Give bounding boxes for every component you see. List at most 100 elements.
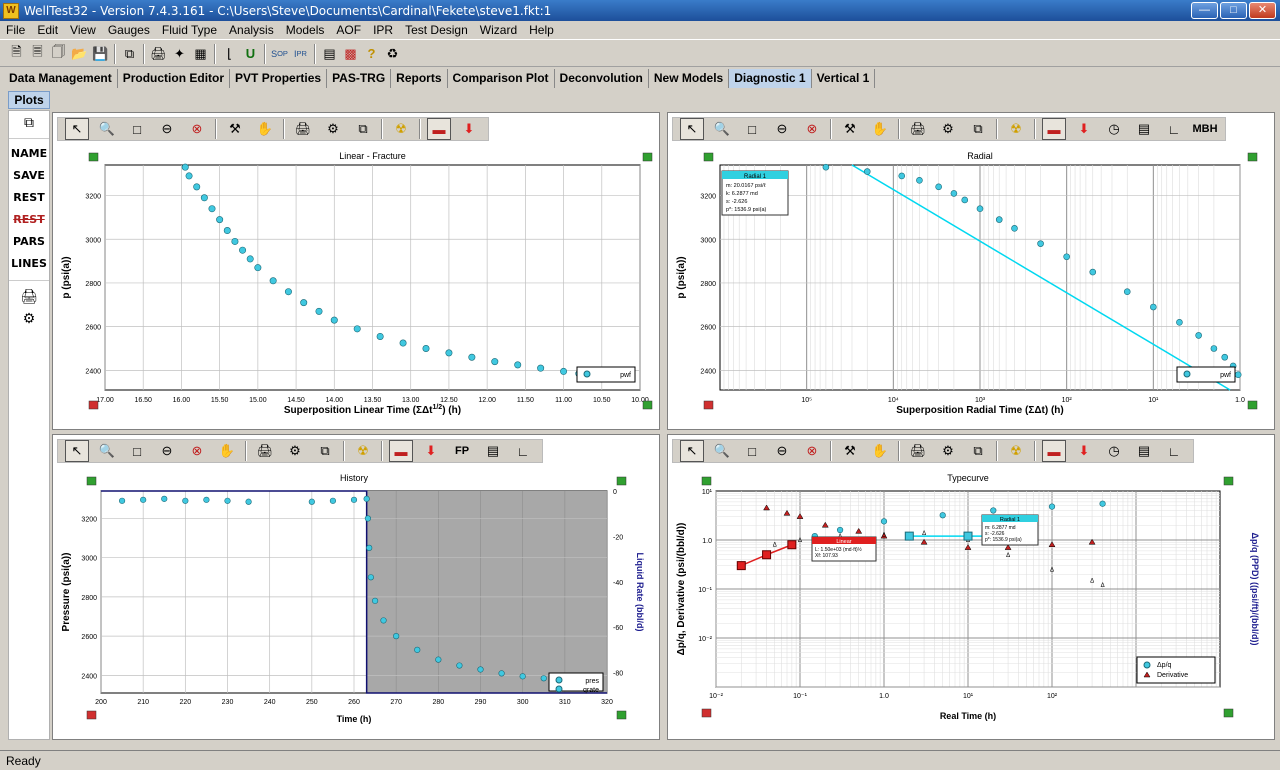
hand-icon[interactable]: ✋ [215, 440, 239, 462]
down-arrow-icon[interactable]: ⬇ [1072, 118, 1096, 140]
down-arrow-icon[interactable]: ⬇ [1072, 440, 1096, 462]
print-icon[interactable]: 🖨 [9, 285, 49, 307]
tools-icon[interactable]: ⚒ [838, 440, 862, 462]
tab-pvt-properties[interactable]: PVT Properties [230, 69, 328, 88]
minimize-button[interactable]: — [1191, 2, 1218, 19]
zoom-reset-icon[interactable]: ⊗ [185, 118, 209, 140]
clock-icon[interactable]: ◷ [1102, 118, 1126, 140]
tools-icon[interactable]: ⚒ [223, 118, 247, 140]
print-setup-icon[interactable]: ⚙ [321, 118, 345, 140]
open-folder-icon[interactable]: 📂 [70, 44, 89, 63]
tab-comparison-plot[interactable]: Comparison Plot [448, 69, 555, 88]
table-icon[interactable]: ▦ [191, 44, 210, 63]
menu-analysis[interactable]: Analysis [223, 23, 280, 37]
tab-deconvolution[interactable]: Deconvolution [555, 69, 649, 88]
close-button[interactable]: ✕ [1249, 2, 1276, 19]
print-setup-icon[interactable]: ⚙ [283, 440, 307, 462]
menu-fluid-type[interactable]: Fluid Type [156, 23, 223, 37]
mbh-button[interactable]: MBH [1192, 118, 1218, 140]
menu-models[interactable]: Models [280, 23, 331, 37]
copy-icon[interactable]: ⧉ [966, 440, 990, 462]
copy-icon[interactable]: ⧉ [313, 440, 337, 462]
print-icon[interactable]: 🖨 [906, 118, 930, 140]
tab-vertical-1[interactable]: Vertical 1 [812, 69, 876, 88]
print-icon[interactable]: 🖨 [253, 440, 277, 462]
legend-toggle-icon[interactable]: ▬ [389, 440, 413, 462]
subtab-plots[interactable]: Plots [8, 91, 50, 109]
zoom-box-icon[interactable]: □ [740, 118, 764, 140]
restore-button[interactable]: REST [9, 187, 49, 209]
new-file-icon[interactable]: 🗎 [7, 44, 26, 63]
help-icon[interactable]: ? [362, 44, 381, 63]
report-icon[interactable]: ▤ [320, 44, 339, 63]
radiation-icon[interactable]: ☢ [351, 440, 375, 462]
zoom-reset-icon[interactable]: ⊗ [800, 118, 824, 140]
radiation-icon[interactable]: ☢ [389, 118, 413, 140]
radiation-icon[interactable]: ☢ [1004, 118, 1028, 140]
tools-icon[interactable]: ⚒ [838, 118, 862, 140]
pointer-icon[interactable]: ↖ [680, 118, 704, 140]
legend-toggle-icon[interactable]: ▬ [427, 118, 451, 140]
print-icon[interactable]: 🖨 [149, 44, 168, 63]
save-icon[interactable]: 💾 [91, 44, 110, 63]
clock-icon[interactable]: ◷ [1102, 440, 1126, 462]
tab-data-management[interactable]: Data Management [4, 69, 118, 88]
tab-new-models[interactable]: New Models [649, 69, 730, 88]
wizard-icon[interactable]: ✦ [170, 44, 189, 63]
zoom-out-icon[interactable]: ⊖ [155, 118, 179, 140]
maximize-button[interactable]: □ [1220, 2, 1247, 19]
save-button[interactable]: SAVE [9, 165, 49, 187]
zoom-box-icon[interactable]: □ [740, 440, 764, 462]
print-setup-icon[interactable]: ⚙ [9, 307, 49, 329]
hand-icon[interactable]: ✋ [253, 118, 277, 140]
grid-icon[interactable]: ▤ [1132, 118, 1156, 140]
copy-icon[interactable]: ⧉ [120, 44, 139, 63]
pointer-icon[interactable]: ↖ [65, 440, 89, 462]
menu-wizard[interactable]: Wizard [474, 23, 523, 37]
tab-pas-trg[interactable]: PAS-TRG [327, 69, 392, 88]
zoom-out-icon[interactable]: ⊖ [155, 440, 179, 462]
zoom-in-icon[interactable]: 🔍 [95, 118, 119, 140]
scale-icon[interactable]: ∟ [1162, 440, 1186, 462]
pointer-icon[interactable]: ↖ [680, 440, 704, 462]
menu-edit[interactable]: Edit [31, 23, 64, 37]
new-doc-icon[interactable]: 🗏 [28, 44, 47, 63]
menu-aof[interactable]: AOF [330, 23, 367, 37]
add-page-icon[interactable]: 🗍 [49, 44, 68, 63]
legend-toggle-icon[interactable]: ▬ [1042, 440, 1066, 462]
tab-diagnostic-1[interactable]: Diagnostic 1 [729, 69, 812, 88]
zoom-in-icon[interactable]: 🔍 [95, 440, 119, 462]
pointer-icon[interactable]: ↖ [65, 118, 89, 140]
zoom-in-icon[interactable]: 🔍 [710, 118, 734, 140]
print-setup-icon[interactable]: ⚙ [936, 118, 960, 140]
zoom-out-icon[interactable]: ⊖ [770, 440, 794, 462]
lines-button[interactable]: LINES [9, 253, 49, 275]
down-arrow-icon[interactable]: ⬇ [457, 118, 481, 140]
down-arrow-icon[interactable]: ⬇ [419, 440, 443, 462]
sop-icon[interactable]: S OP [270, 44, 289, 63]
hand-icon[interactable]: ✋ [868, 118, 892, 140]
menu-view[interactable]: View [64, 23, 102, 37]
print-setup-icon[interactable]: ⚙ [936, 440, 960, 462]
menu-test-design[interactable]: Test Design [399, 23, 474, 37]
zoom-box-icon[interactable]: □ [125, 118, 149, 140]
print-icon[interactable]: 🖨 [291, 118, 315, 140]
name-button[interactable]: NAME [9, 143, 49, 165]
menu-gauges[interactable]: Gauges [102, 23, 156, 37]
fp-button[interactable]: FP [449, 440, 475, 462]
zoom-in-icon[interactable]: 🔍 [710, 440, 734, 462]
restore-disabled-button[interactable]: REST [9, 209, 49, 231]
copy-plot-icon[interactable]: ⧉ [9, 111, 49, 133]
hand-icon[interactable]: ✋ [868, 440, 892, 462]
curve-u-icon[interactable]: U [241, 44, 260, 63]
pars-button[interactable]: PARS [9, 231, 49, 253]
legend-toggle-icon[interactable]: ▬ [1042, 118, 1066, 140]
zoom-reset-icon[interactable]: ⊗ [185, 440, 209, 462]
chart-icon[interactable]: ▩ [341, 44, 360, 63]
zoom-out-icon[interactable]: ⊖ [770, 118, 794, 140]
tab-production-editor[interactable]: Production Editor [118, 69, 231, 88]
copy-icon[interactable]: ⧉ [966, 118, 990, 140]
menu-file[interactable]: File [0, 23, 31, 37]
copy-icon[interactable]: ⧉ [351, 118, 375, 140]
menu-ipr[interactable]: IPR [367, 23, 399, 37]
